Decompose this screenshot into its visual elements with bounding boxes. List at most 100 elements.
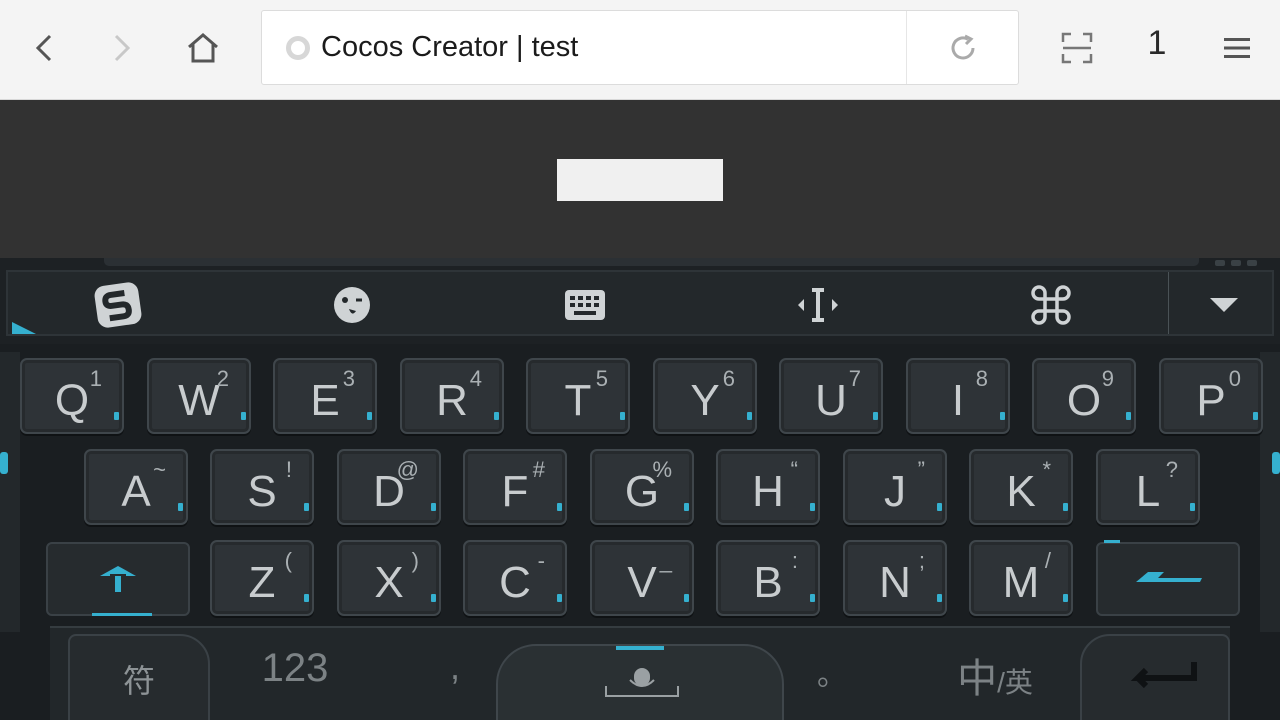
key-label: G [624, 467, 660, 516]
key-w[interactable]: W2 [147, 358, 251, 434]
space-accent-line [616, 646, 664, 650]
key-accent [1063, 503, 1068, 511]
key-sub-label: : [791, 548, 798, 573]
key-o[interactable]: O9 [1032, 358, 1136, 434]
reload-icon[interactable] [948, 33, 978, 63]
home-button[interactable] [181, 25, 225, 71]
space-voice-key[interactable] [496, 644, 784, 720]
symbols-key[interactable]: 符 [68, 634, 210, 720]
address-bar[interactable]: Cocos Creator | test [261, 10, 1019, 85]
right-side-rail [1260, 352, 1280, 632]
key-sub-label: 7 [848, 366, 861, 391]
key-v[interactable]: V _ [590, 540, 694, 616]
key-f[interactable]: F # [463, 449, 567, 525]
key-label: C [499, 558, 531, 607]
keyboard-layout-button[interactable] [555, 280, 615, 330]
key-d[interactable]: D @ [337, 449, 441, 525]
key-g[interactable]: G% [590, 449, 694, 525]
key-accent [810, 594, 815, 602]
emoji-button[interactable] [322, 280, 382, 330]
key-sub-label: ; [918, 548, 925, 573]
key-a[interactable]: A ~ [84, 449, 188, 525]
key-p[interactable]: P0 [1159, 358, 1263, 434]
hamburger-menu-icon [1224, 38, 1250, 58]
key-r[interactable]: R4 [400, 358, 504, 434]
key-l[interactable]: L? [1096, 449, 1200, 525]
numbers-key[interactable]: 123 [240, 646, 350, 691]
key-sub-label: 2 [216, 366, 229, 391]
key-t[interactable]: T5 [526, 358, 630, 434]
key-label: L [1135, 467, 1161, 516]
key-b[interactable]: B: [716, 540, 820, 616]
key-label: P [1196, 376, 1226, 425]
key-accent [747, 412, 752, 420]
command-button[interactable] [1021, 280, 1081, 330]
key-s[interactable]: S! [210, 449, 314, 525]
shift-key[interactable] [46, 542, 190, 616]
key-sub-label: ) [411, 548, 419, 573]
cursor-move-button[interactable] [788, 280, 848, 330]
key-sub-label: ” [917, 457, 925, 482]
key-h[interactable]: H “ [716, 449, 820, 525]
canvas-input-box[interactable] [557, 159, 723, 201]
key-label: K [1006, 467, 1036, 516]
key-k[interactable]: K * [969, 449, 1073, 525]
key-sub-label: 3 [342, 366, 355, 391]
key-accent [557, 594, 562, 602]
command-icon [1031, 285, 1071, 325]
key-label: B [753, 558, 783, 607]
key-x[interactable]: X) [337, 540, 441, 616]
key-j[interactable]: J” [843, 449, 947, 525]
game-canvas[interactable] [0, 100, 1280, 258]
backspace-key[interactable] [1096, 540, 1240, 616]
key-u[interactable]: U7 [779, 358, 883, 434]
key-y[interactable]: Y6 [653, 358, 757, 434]
key-accent [494, 412, 499, 420]
key-z[interactable]: Z( [210, 540, 314, 616]
key-accent [304, 594, 309, 602]
key-sub-label: ? [1165, 457, 1178, 482]
language-switch-key[interactable]: 中/英 [940, 646, 1050, 704]
corner-accent [12, 322, 36, 334]
triangle-down-icon [1210, 298, 1238, 312]
key-sub-label: % [652, 457, 672, 482]
key-label: I [951, 376, 965, 425]
key-c[interactable]: C- [463, 540, 567, 616]
reader-mode-icon [1061, 32, 1093, 64]
left-rail-glow [0, 452, 8, 474]
key-accent [241, 412, 246, 420]
chevron-right-icon [114, 34, 131, 62]
toolbar-separator [1168, 272, 1169, 334]
key-i[interactable]: I8 [906, 358, 1010, 434]
key-label: X [374, 558, 404, 607]
period-key[interactable]: 。 [812, 650, 852, 694]
comma-key[interactable]: , [435, 646, 475, 688]
enter-key[interactable] [1080, 634, 1230, 720]
key-q[interactable]: Q1 [20, 358, 124, 434]
reader-mode-button[interactable] [1055, 25, 1099, 71]
forward-button[interactable] [100, 25, 144, 71]
key-e[interactable]: E3 [273, 358, 377, 434]
right-rail-glow [1272, 452, 1280, 474]
menu-button[interactable] [1215, 25, 1259, 71]
tab-count[interactable]: 1 [1145, 24, 1169, 63]
key-accent [873, 412, 878, 420]
enter-icon [1130, 662, 1197, 688]
key-sub-label: # [532, 457, 545, 482]
key-m[interactable]: M / [969, 540, 1073, 616]
key-accent [114, 412, 119, 420]
address-bar-divider [906, 11, 907, 84]
language-label-main: 中 [957, 657, 998, 701]
key-sub-label: * [1042, 457, 1051, 482]
key-n[interactable]: N; [843, 540, 947, 616]
key-label: Z [248, 558, 276, 607]
key-sub-label: - [537, 548, 545, 573]
sogou-logo-button[interactable] [88, 280, 148, 330]
back-button[interactable] [22, 25, 66, 71]
key-label: F [501, 467, 529, 516]
key-accent [1253, 412, 1258, 420]
hide-keyboard-button[interactable] [1194, 280, 1254, 330]
key-sub-label: 1 [89, 366, 102, 391]
key-label: T [564, 376, 592, 425]
sogou-logo-icon [94, 282, 142, 328]
